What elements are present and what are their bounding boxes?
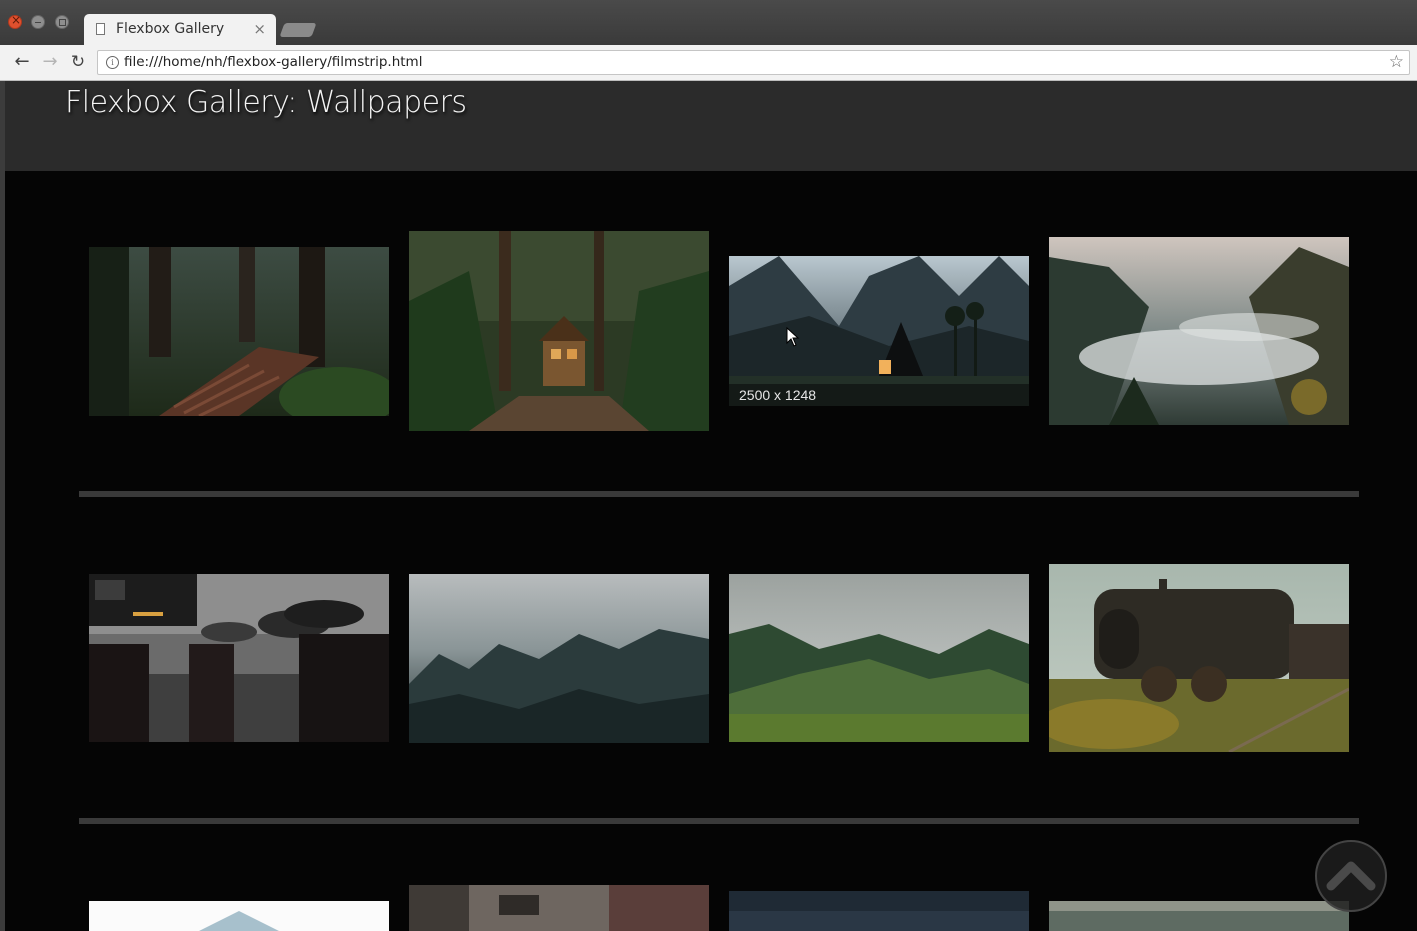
browser-tab[interactable]: Flexbox Gallery × bbox=[84, 14, 276, 45]
gallery-image-forest-cabin[interactable] bbox=[409, 231, 709, 431]
image-caption-bar: 2500 x 1248 bbox=[729, 384, 1029, 406]
window-maximize-button[interactable] bbox=[55, 15, 69, 29]
gallery-image-foggy-forest[interactable] bbox=[409, 574, 709, 743]
back-to-top-button[interactable] bbox=[1315, 840, 1387, 912]
gallery-image-forest-stairs[interactable] bbox=[89, 247, 389, 416]
gallery-image-sea[interactable] bbox=[1049, 901, 1349, 931]
reload-icon[interactable]: ↻ bbox=[68, 52, 88, 72]
image-dimensions-caption: 2500 x 1248 bbox=[739, 387, 817, 403]
url-text[interactable]: file:///home/nh/flexbox-gallery/filmstri… bbox=[124, 54, 422, 70]
back-arrow-icon[interactable]: ← bbox=[12, 52, 32, 72]
window-close-button[interactable] bbox=[8, 13, 22, 29]
gallery-image-dark-sky[interactable] bbox=[729, 891, 1029, 931]
gallery-image-white-image[interactable] bbox=[89, 901, 389, 931]
bookmark-star-icon[interactable]: ☆ bbox=[1389, 52, 1404, 72]
new-tab-button[interactable] bbox=[279, 23, 317, 37]
info-icon[interactable]: i bbox=[106, 56, 119, 69]
gallery-image-mountain-house[interactable]: 2500 x 1248 bbox=[729, 256, 1029, 406]
address-bar[interactable]: i file:///home/nh/flexbox-gallery/filmst… bbox=[97, 50, 1410, 75]
window-titlebar: Flexbox Gallery × bbox=[0, 0, 1417, 45]
window-minimize-button[interactable] bbox=[31, 15, 45, 29]
mouse-cursor-icon bbox=[786, 327, 800, 347]
site-header: Flexbox Gallery: Wallpapers bbox=[5, 81, 1417, 171]
browser-toolbar: ← → ↻ i file:///home/nh/flexbox-gallery/… bbox=[0, 45, 1417, 81]
gallery-image-misty-valley[interactable] bbox=[1049, 237, 1349, 425]
row-divider-2 bbox=[79, 818, 1359, 824]
row-divider-1 bbox=[79, 491, 1359, 497]
gallery-image-stone-street[interactable] bbox=[409, 885, 709, 931]
page-title: Flexbox Gallery: Wallpapers bbox=[65, 85, 467, 120]
gallery-image-rainy-street[interactable] bbox=[89, 574, 389, 742]
document-icon bbox=[96, 23, 105, 35]
gallery-image-green-hills[interactable] bbox=[729, 574, 1029, 742]
gallery-image-old-locomotive[interactable] bbox=[1049, 564, 1349, 752]
tab-title: Flexbox Gallery bbox=[116, 21, 225, 37]
forward-arrow-icon[interactable]: → bbox=[40, 52, 60, 72]
tab-close-icon[interactable]: × bbox=[253, 20, 266, 38]
chevron-up-icon bbox=[1326, 861, 1376, 891]
page-left-edge bbox=[0, 81, 5, 931]
